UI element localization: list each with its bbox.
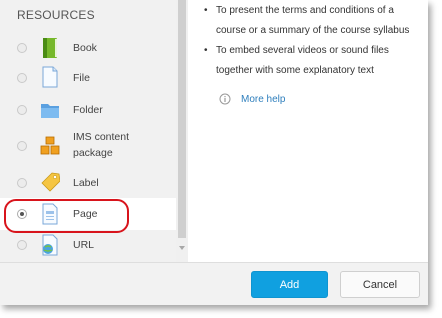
resources-section-title: RESOURCES [17, 8, 95, 22]
radio-button[interactable] [17, 73, 27, 83]
help-bullet: To present the terms and conditions of a… [204, 1, 424, 41]
help-bullet: To embed several videos or sound files t… [204, 41, 424, 81]
file-icon [40, 66, 60, 88]
dialog-footer: Add Cancel [0, 262, 428, 305]
help-bullet-list: To present the terms and conditions of a… [204, 1, 424, 81]
resource-label: IMS content package [73, 131, 130, 159]
help-pane: To present the terms and conditions of a… [188, 0, 428, 262]
resource-label: Folder [73, 104, 103, 116]
resource-item-folder[interactable]: Folder [0, 94, 176, 126]
scrollbar-thumb[interactable] [178, 0, 186, 238]
resource-item-file[interactable]: File [0, 63, 176, 94]
resource-item-url[interactable]: URL [0, 230, 176, 261]
selection-highlight-annotation [4, 199, 129, 233]
scroll-down-arrow-icon[interactable] [179, 246, 185, 250]
book-icon [40, 37, 60, 59]
radio-button[interactable] [17, 178, 27, 188]
ims-package-icon [40, 135, 60, 157]
more-help-link[interactable]: More help [241, 94, 285, 105]
resource-label: File [73, 72, 90, 84]
add-button[interactable]: Add [251, 271, 328, 298]
resources-list-pane: RESOURCES Book File Folder IMS content p… [0, 0, 176, 262]
url-globe-icon [40, 234, 60, 256]
activity-chooser-dialog: RESOURCES Book File Folder IMS content p… [0, 0, 428, 305]
label-tag-icon [40, 171, 61, 193]
resource-item-label[interactable]: Label [0, 168, 176, 198]
radio-button[interactable] [17, 105, 27, 115]
info-icon [219, 93, 231, 105]
radio-button[interactable] [17, 43, 27, 53]
scrollbar[interactable] [176, 0, 188, 262]
radio-button[interactable] [17, 240, 27, 250]
resource-item-ims-content-package[interactable]: IMS content package [0, 126, 176, 164]
resource-label: URL [73, 239, 95, 251]
resource-label: Label [73, 177, 99, 189]
folder-icon [40, 99, 60, 121]
cancel-button[interactable]: Cancel [340, 271, 420, 298]
resource-label: Book [73, 42, 97, 54]
more-help: More help [219, 91, 285, 107]
resource-item-book[interactable]: Book [0, 33, 176, 63]
radio-button[interactable] [17, 141, 27, 151]
